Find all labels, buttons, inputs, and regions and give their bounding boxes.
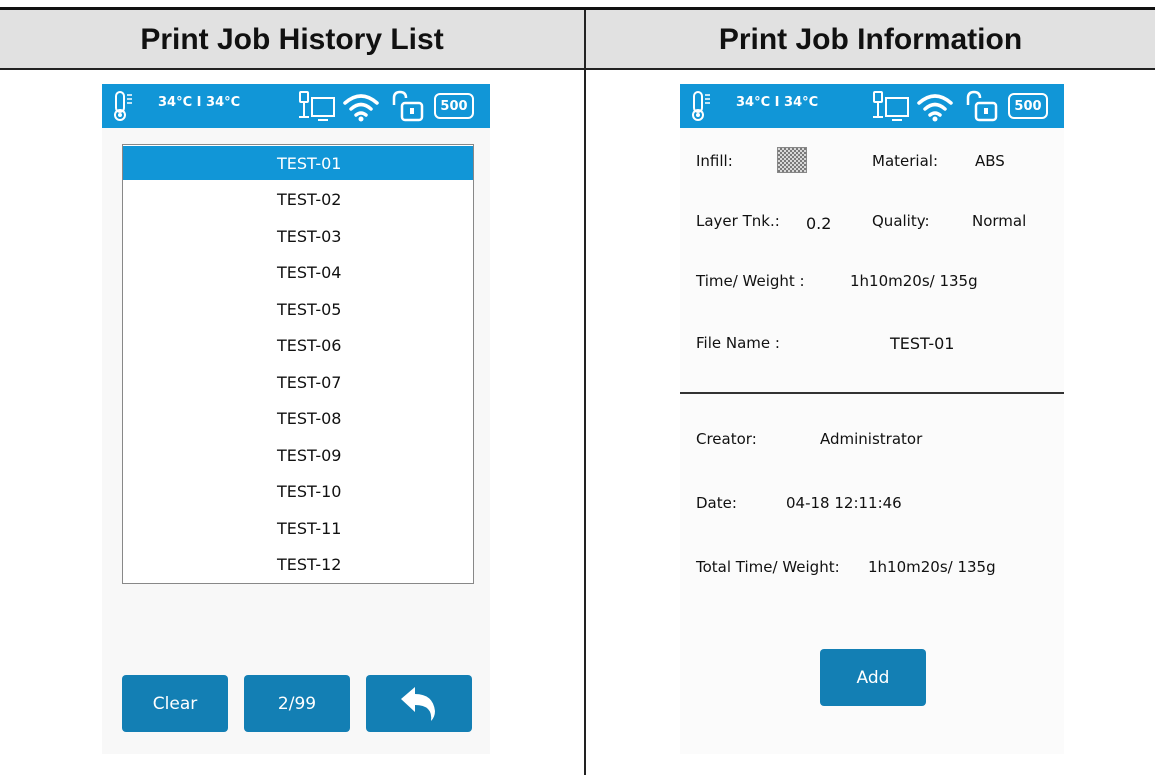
job-list-item-label: TEST-12 [277,555,342,574]
back-arrow-icon [401,686,435,721]
job-list-item-label: TEST-06 [277,336,342,355]
header-info-title: Print Job Information [718,23,1023,56]
layer-thickness-value: 0.2 [806,214,832,233]
job-list-item-label: TEST-07 [277,372,342,392]
wifi-icon[interactable] [342,89,380,123]
job-list-item[interactable]: TEST-09 [123,438,473,472]
wifi-icon[interactable] [916,89,954,123]
total-time-weight-value: 1h10m20s/ 135g [868,558,996,576]
job-list-item[interactable]: TEST-03 [123,219,473,253]
job-list-item[interactable]: TEST-07 [123,365,473,399]
job-list-item-label: TEST-01 [277,153,342,173]
table-header: Print Job History List Print Job Informa… [0,10,1155,70]
filament-500-badge[interactable]: 500 [1008,93,1048,119]
job-list-item-label: TEST-11 [277,518,342,538]
add-button[interactable]: Add [820,649,926,706]
job-list-item[interactable]: TEST-04 [123,256,473,290]
thermometer-icon [692,91,710,121]
job-list-item[interactable]: TEST-01 [123,146,473,180]
job-list-item[interactable]: TEST-06 [123,329,473,363]
temperature-readout: 34°C I 34°C [736,95,819,110]
column-divider [584,10,586,775]
date-label: Date: [696,494,737,512]
status-bar: 34°C I 34°C 500 [102,84,490,128]
usb-computer-icon[interactable] [872,89,912,123]
usb-computer-icon[interactable] [298,89,338,123]
file-name-value: TEST-01 [890,334,955,353]
infill-label: Infill: [696,152,733,170]
status-bar: 34°C I 34°C 500 [680,84,1064,128]
page-indicator-button[interactable]: 2/99 [244,675,350,732]
unlock-icon[interactable] [962,89,1000,123]
header-history-title: Print Job History List [140,23,444,56]
job-list-item[interactable]: TEST-08 [123,402,473,436]
quality-label: Quality: [872,212,930,230]
thermometer-icon [114,91,132,121]
layer-thickness-label: Layer Tnk.: [696,212,780,230]
clear-button[interactable]: Clear [122,675,228,732]
job-list-item-label: TEST-02 [277,190,342,209]
infill-pattern-swatch [777,147,807,173]
job-list-item-label: TEST-09 [277,445,342,465]
job-history-list[interactable]: TEST-01 TEST-02 TEST-03 TEST-04 TEST-05 TEST-… [122,144,474,584]
material-value: ABS [975,152,1005,170]
job-info-screen: 34°C I 34°C 500 Infill: Material: ABS La… [680,84,1064,754]
job-list-item[interactable]: TEST-05 [123,292,473,326]
time-weight-label: Time/ Weight : [696,272,805,290]
job-list-item[interactable]: TEST-10 [123,475,473,509]
quality-value: Normal [972,212,1027,230]
temperature-readout: 34°C I 34°C [158,95,241,110]
creator-label: Creator: [696,430,757,448]
back-button[interactable] [366,675,472,732]
section-divider [680,392,1064,394]
total-time-weight-label: Total Time/ Weight: [696,558,840,576]
job-list-item-label: TEST-03 [277,226,342,246]
time-weight-value: 1h10m20s/ 135g [850,272,978,290]
job-list-item-label: TEST-05 [277,299,342,319]
history-screen: 34°C I 34°C 500 TEST-01 TEST-02 TEST-03 TES… [102,84,490,754]
material-label: Material: [872,152,938,170]
job-list-item[interactable]: TEST-11 [123,511,473,545]
job-list-item[interactable]: TEST-02 [123,183,473,217]
job-list-item-label: TEST-04 [277,263,342,282]
job-list-item[interactable]: TEST-12 [123,548,473,582]
job-list-item-label: TEST-10 [277,482,342,501]
filament-500-badge[interactable]: 500 [434,93,474,119]
top-rule [0,0,1155,10]
creator-value: Administrator [820,430,923,448]
unlock-icon[interactable] [388,89,426,123]
file-name-label: File Name : [696,334,780,352]
date-value: 04-18 12:11:46 [786,494,902,512]
job-list-item-label: TEST-08 [277,409,342,428]
